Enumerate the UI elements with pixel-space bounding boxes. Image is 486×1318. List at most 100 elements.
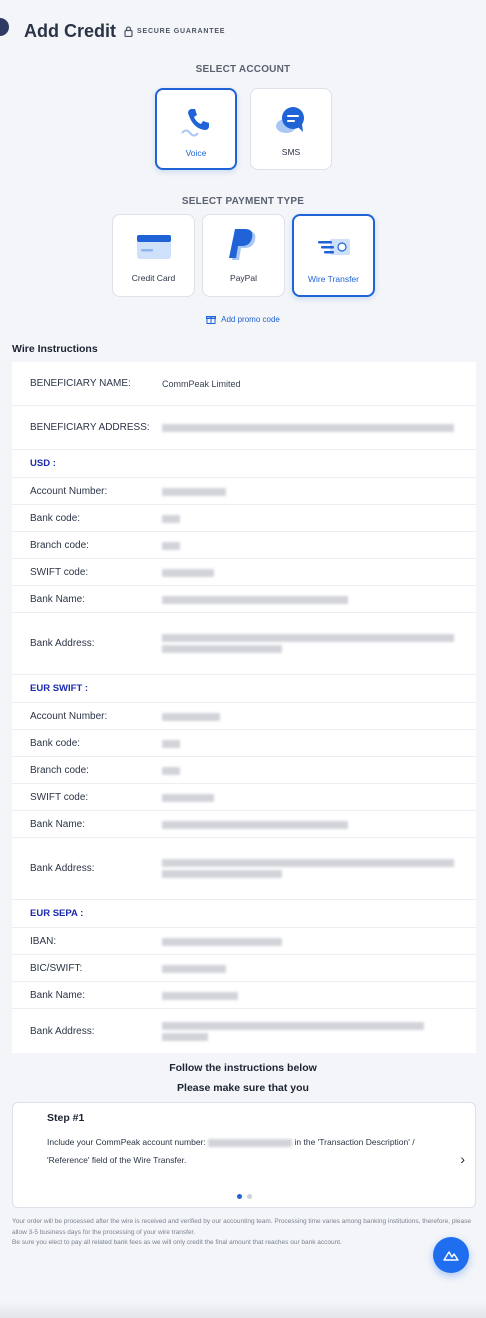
section-header-usd: USD : — [12, 450, 476, 478]
bank-code-label: Bank code: — [30, 737, 81, 749]
bank-name-label: Bank Name: — [30, 989, 86, 1001]
promo-label: Add promo code — [221, 314, 280, 324]
bank-name-label: Bank Name: — [30, 818, 86, 830]
bank-code-label: Bank code: — [30, 512, 81, 524]
bank-address-label: Bank Address: — [30, 1025, 95, 1037]
table-row: Bank Name: — [12, 811, 476, 838]
table-row: Account Number: — [12, 703, 476, 730]
redacted-value — [156, 990, 476, 1000]
table-row: SWIFT code: — [12, 784, 476, 811]
page-header: Add Credit SECURE GUARANTEE — [24, 21, 225, 42]
beneficiary-address-label: BENEFICIARY ADDRESS: — [30, 422, 150, 433]
table-row: Bank code: — [12, 730, 476, 757]
mountain-logo-icon — [443, 1251, 459, 1261]
table-row: BENEFICIARY ADDRESS: — [12, 406, 476, 450]
redacted-value — [156, 423, 476, 433]
select-account-label: SELECT ACCOUNT — [195, 64, 291, 75]
redacted-value — [156, 711, 476, 721]
credit-card-icon — [136, 229, 172, 265]
branch-code-label: Branch code: — [30, 764, 89, 776]
redacted-value — [156, 540, 476, 550]
payment-option-label: PayPal — [230, 273, 257, 283]
account-option-label: SMS — [281, 147, 301, 157]
help-chat-button[interactable] — [433, 1237, 469, 1273]
bic-swift-label: BIC/SWIFT: — [30, 962, 83, 974]
phone-icon — [179, 104, 213, 140]
beneficiary-name-value: CommPeak Limited — [162, 378, 241, 389]
section-label: USD : — [30, 458, 56, 469]
redacted-value — [156, 1019, 476, 1044]
step-carousel: Step #1 Include your CommPeak account nu… — [12, 1102, 476, 1208]
redacted-value — [156, 631, 476, 656]
section-header-eur-swift: EUR SWIFT : — [12, 675, 476, 703]
redacted-account-number — [208, 1138, 293, 1147]
payment-option-credit-card[interactable]: Credit Card — [112, 214, 195, 297]
table-row: SWIFT code: — [12, 559, 476, 586]
redacted-value — [156, 738, 476, 748]
iban-label: IBAN: — [30, 935, 57, 947]
select-payment-type-label: SELECT PAYMENT TYPE — [181, 196, 305, 207]
section-label: EUR SEPA : — [30, 908, 84, 919]
table-row: BIC/SWIFT: — [12, 955, 476, 982]
table-row: Bank Name: — [12, 982, 476, 1009]
payment-option-wire-transfer[interactable]: Wire Transfer — [292, 214, 375, 297]
footer-line-2: Be sure you elect to pay all related ban… — [12, 1239, 342, 1246]
redacted-value — [156, 856, 476, 881]
step-text: Include your CommPeak account number: in… — [47, 1133, 447, 1169]
carousel-dot-2[interactable] — [246, 1194, 252, 1199]
lock-icon — [124, 26, 133, 37]
account-option-label: Voice — [185, 148, 207, 158]
account-number-label: Account Number: — [30, 710, 108, 722]
bank-address-label: Bank Address: — [30, 638, 95, 649]
table-row: BENEFICIARY NAME: CommPeak Limited — [12, 362, 476, 406]
section-header-eur-sepa: EUR SEPA : — [12, 900, 476, 928]
footer-line-1: Your order will be processed after the w… — [12, 1218, 471, 1236]
table-row: Bank Address: — [12, 838, 476, 900]
redacted-value — [156, 486, 476, 496]
swift-code-label: SWIFT code: — [30, 566, 89, 578]
table-row: Bank Name: — [12, 586, 476, 613]
branch-code-label: Branch code: — [30, 539, 89, 551]
redacted-value — [156, 765, 476, 775]
table-row: Bank code: — [12, 505, 476, 532]
bottom-shadow — [0, 1302, 486, 1318]
carousel-pagination — [13, 1194, 475, 1199]
table-row: Branch code: — [12, 757, 476, 784]
table-row: Branch code: — [12, 532, 476, 559]
chat-bubble-icon — [273, 103, 309, 139]
wire-instructions-title: Wire Instructions — [12, 343, 98, 355]
table-row: Bank Address: — [12, 613, 476, 675]
table-row: Bank Address: — [12, 1009, 476, 1053]
step-title: Step #1 — [47, 1112, 85, 1124]
table-row: Account Number: — [12, 478, 476, 505]
bank-name-label: Bank Name: — [30, 593, 86, 605]
redacted-value — [156, 819, 476, 829]
paypal-icon — [228, 229, 259, 265]
payment-option-paypal[interactable]: PayPal — [202, 214, 285, 297]
beneficiary-name-label: BENEFICIARY NAME: — [30, 378, 131, 389]
back-button[interactable] — [0, 18, 9, 36]
account-number-label: Account Number: — [30, 485, 108, 497]
instructions-subheading: Please make sure that you — [177, 1082, 309, 1094]
redacted-value — [156, 594, 476, 604]
payment-option-label: Wire Transfer — [307, 274, 359, 284]
account-option-voice[interactable]: Voice — [155, 88, 237, 170]
add-promo-code-link[interactable]: Add promo code — [0, 314, 486, 324]
swift-code-label: SWIFT code: — [30, 791, 89, 803]
gift-icon — [206, 316, 217, 324]
bank-address-label: Bank Address: — [30, 863, 95, 874]
wire-instructions-table: BENEFICIARY NAME: CommPeak Limited BENEF… — [12, 362, 476, 1053]
account-option-sms[interactable]: SMS — [250, 88, 332, 170]
step-text-before: Include your CommPeak account number: — [47, 1137, 206, 1147]
next-step-chevron-icon[interactable]: › — [460, 1151, 465, 1167]
section-label: EUR SWIFT : — [30, 683, 89, 694]
page-title: Add Credit — [24, 21, 116, 41]
payment-option-label: Credit Card — [131, 273, 176, 283]
instructions-heading: Follow the instructions below — [169, 1062, 317, 1074]
redacted-value — [156, 792, 476, 802]
table-row: IBAN: — [12, 928, 476, 955]
carousel-dot-1[interactable] — [236, 1194, 242, 1199]
footer-note: Your order will be processed after the w… — [12, 1217, 472, 1249]
redacted-value — [156, 963, 476, 973]
secure-guarantee-label: SECURE GUARANTEE — [137, 28, 226, 35]
